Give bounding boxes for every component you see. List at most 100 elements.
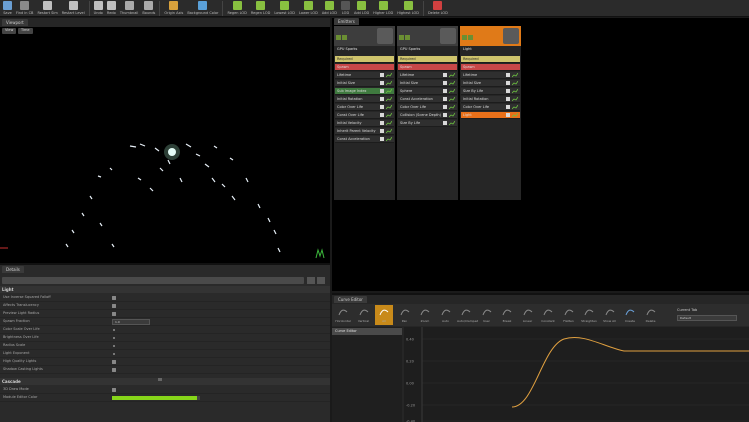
- module-enable-checkbox[interactable]: [380, 73, 384, 77]
- curve-straighten-button[interactable]: Straighten: [580, 305, 598, 325]
- curve-graph-icon[interactable]: [448, 120, 456, 126]
- module-enable-checkbox[interactable]: [506, 89, 510, 93]
- emitter-module[interactable]: Size By Life: [398, 120, 457, 127]
- emitter-module[interactable]: Required: [335, 56, 394, 63]
- category-light[interactable]: Light: [0, 286, 330, 293]
- emitter-module[interactable]: Size By Life: [461, 88, 520, 95]
- curve-constant-button[interactable]: Constant: [539, 305, 557, 325]
- property-expand-icon[interactable]: [113, 329, 115, 331]
- module-enable-checkbox[interactable]: [443, 89, 447, 93]
- curve-break-button[interactable]: Break: [498, 305, 516, 325]
- curve-editor-tab[interactable]: Curve Editor: [334, 296, 367, 303]
- curve-graph-icon[interactable]: [511, 80, 519, 86]
- emitter-module[interactable]: Initial Size: [335, 80, 394, 87]
- emitter-column[interactable]: Light Required Spawn Lifetime Initial Size Si…: [460, 26, 521, 200]
- emitter-header[interactable]: [397, 26, 458, 46]
- emitter-module[interactable]: Spawn: [398, 64, 457, 71]
- emitter-header[interactable]: [334, 26, 395, 46]
- emitter-module[interactable]: Sub Image Index: [335, 88, 394, 95]
- property-checkbox[interactable]: [112, 368, 116, 372]
- emitter-module[interactable]: Lifetime: [461, 72, 520, 79]
- module-enable-checkbox[interactable]: [506, 73, 510, 77]
- emitter-module[interactable]: Const Acceleration: [335, 136, 394, 143]
- details-search-input[interactable]: [2, 277, 304, 284]
- scroll-indicator[interactable]: [158, 378, 162, 381]
- curve-graph-icon[interactable]: [511, 104, 519, 110]
- module-enable-checkbox[interactable]: [380, 105, 384, 109]
- emitter-toggle-icons[interactable]: [399, 35, 411, 40]
- toolbar-button-1[interactable]: Find in CB: [14, 0, 35, 17]
- category-cascade[interactable]: Cascade: [0, 378, 330, 385]
- curve-graph-icon[interactable]: [448, 88, 456, 94]
- toolbar-button-19[interactable]: Delete LOD: [426, 0, 450, 17]
- toolbar-button-7[interactable]: Bounds: [140, 0, 157, 17]
- view-options-icon[interactable]: [317, 277, 325, 284]
- emitter-module[interactable]: Light: [461, 112, 520, 119]
- toolbar-button-2[interactable]: Restart Sim: [35, 0, 59, 17]
- toolbar-button-4[interactable]: Undo: [92, 0, 105, 17]
- module-enable-checkbox[interactable]: [443, 105, 447, 109]
- curve-graph-icon[interactable]: [448, 104, 456, 110]
- emitter-module[interactable]: Const Over Life: [335, 112, 394, 119]
- curve-pan-button[interactable]: Pan: [396, 305, 414, 325]
- curve-auto-button[interactable]: Auto: [437, 305, 455, 325]
- emitter-module[interactable]: Color Over Life: [461, 104, 520, 111]
- details-tab[interactable]: Details: [2, 266, 24, 273]
- toolbar-button-16[interactable]: Add LOD: [352, 0, 371, 17]
- curve-zoom-button[interactable]: Zoom: [416, 305, 434, 325]
- curve-horizontal-button[interactable]: Horizontal: [334, 305, 352, 325]
- curve-graph-icon[interactable]: [385, 72, 393, 78]
- module-enable-checkbox[interactable]: [506, 105, 510, 109]
- emitter-module[interactable]: Inherit Parent Velocity: [335, 128, 394, 135]
- curve-graph-icon[interactable]: [385, 120, 393, 126]
- curve-graph-icon[interactable]: [385, 96, 393, 102]
- module-enable-checkbox[interactable]: [380, 129, 384, 133]
- curve-show-all-button[interactable]: Show All: [601, 305, 619, 325]
- toolbar-button-14[interactable]: Add LOD: [320, 0, 339, 17]
- curve-auto-clamped-button[interactable]: Auto/Clamped: [457, 305, 478, 325]
- module-enable-checkbox[interactable]: [443, 73, 447, 77]
- module-enable-checkbox[interactable]: [380, 89, 384, 93]
- emitters-tab[interactable]: Emitters: [334, 18, 359, 25]
- curve-graph-icon[interactable]: [448, 112, 456, 118]
- emitter-module[interactable]: Initial Size: [461, 80, 520, 87]
- emitter-column[interactable]: GPU Sparks Required Spawn Lifetime Initial S…: [334, 26, 395, 200]
- toolbar-button-13[interactable]: Lower LOD: [297, 0, 320, 17]
- curve-graph-icon[interactable]: [385, 80, 393, 86]
- toolbar-button-3[interactable]: Restart Level: [60, 0, 87, 17]
- curve-flatten-button[interactable]: Flatten: [560, 305, 578, 325]
- preset-dropdown[interactable]: Default: [677, 315, 737, 321]
- toolbar-button-12[interactable]: Lowest LOD: [272, 0, 297, 17]
- toolbar-button-5[interactable]: Redo: [105, 0, 118, 17]
- emitter-module[interactable]: Color Over Life: [335, 104, 394, 111]
- curve-graph-icon[interactable]: [448, 80, 456, 86]
- viewport-panel[interactable]: Viewport View Time: [0, 18, 330, 263]
- property-expand-icon[interactable]: [113, 345, 115, 347]
- toolbar-button-8[interactable]: Origin Axis: [162, 0, 185, 17]
- color-bar[interactable]: [112, 396, 200, 400]
- module-enable-checkbox[interactable]: [443, 121, 447, 125]
- toolbar-button-17[interactable]: Higher LOD: [371, 0, 395, 17]
- curve-track[interactable]: Curve Editor: [332, 328, 402, 335]
- emitter-toggle-icons[interactable]: [336, 35, 348, 40]
- module-enable-checkbox[interactable]: [380, 113, 384, 117]
- toolbar-button-15[interactable]: LOD: [339, 0, 352, 17]
- toolbar-button-6[interactable]: Thumbnail: [118, 0, 141, 17]
- curve-graph-icon[interactable]: [511, 88, 519, 94]
- curve-delete-button[interactable]: Delete: [642, 305, 660, 325]
- curve-graph-icon[interactable]: [448, 72, 456, 78]
- curve-graph-icon[interactable]: [385, 128, 393, 134]
- curve-line[interactable]: [511, 337, 749, 408]
- emitter-module[interactable]: Initial Velocity: [335, 120, 394, 127]
- curve-create-button[interactable]: Create: [621, 305, 639, 325]
- curve-graph-icon[interactable]: [385, 88, 393, 94]
- module-enable-checkbox[interactable]: [380, 81, 384, 85]
- curve-user-button[interactable]: User: [478, 305, 496, 325]
- emitter-module[interactable]: Initial Rotation: [461, 96, 520, 103]
- emitter-toggle-icons[interactable]: [462, 35, 474, 40]
- property-checkbox[interactable]: [112, 296, 116, 300]
- emitter-module[interactable]: Initial Rotation: [335, 96, 394, 103]
- module-enable-checkbox[interactable]: [443, 81, 447, 85]
- curve-graph-icon[interactable]: [385, 136, 393, 142]
- module-enable-checkbox[interactable]: [443, 97, 447, 101]
